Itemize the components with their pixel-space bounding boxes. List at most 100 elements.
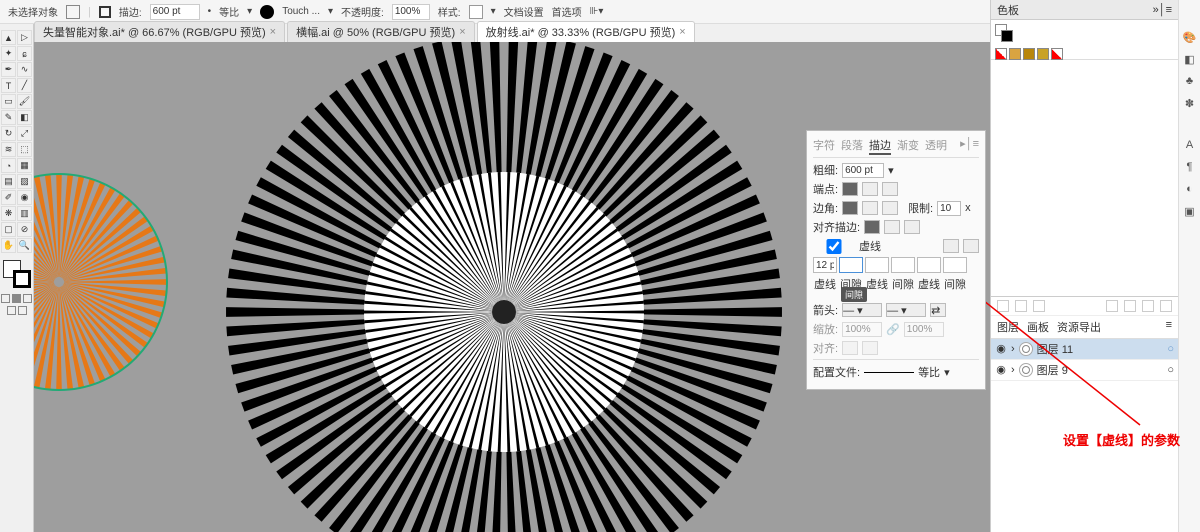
align-inside-button[interactable] <box>884 220 900 234</box>
symbols-icon[interactable]: ♣ <box>1183 74 1197 88</box>
dash-input[interactable] <box>813 257 837 273</box>
color-panel-icon[interactable]: 🎨 <box>1183 30 1197 44</box>
swap-arrows-button[interactable]: ⇄ <box>930 303 946 317</box>
screen-mode-button[interactable] <box>7 306 16 315</box>
lasso-tool[interactable]: ɕ <box>17 46 32 61</box>
arrow-start-select[interactable]: — ▾ <box>842 303 882 317</box>
weight-input[interactable] <box>842 163 884 178</box>
tab-layers[interactable]: 图层 <box>997 319 1019 335</box>
opacity-input[interactable] <box>392 4 430 20</box>
touch-label[interactable]: Touch ... <box>282 6 320 17</box>
shaper-tool[interactable]: ✎ <box>1 110 16 125</box>
tab-character[interactable]: 字符 <box>813 137 835 155</box>
brush-tool[interactable]: 🖌 <box>17 94 32 109</box>
dash-input[interactable] <box>865 257 889 273</box>
color-mode-button[interactable] <box>1 294 10 303</box>
expand-toggle[interactable]: › <box>1011 343 1015 355</box>
fill-swatch[interactable] <box>66 5 80 19</box>
dashed-checkbox[interactable] <box>813 239 855 254</box>
dash-align-button[interactable] <box>943 239 959 253</box>
color-guide-icon[interactable]: ◧ <box>1183 52 1197 66</box>
swatches-panel-header[interactable]: 色板»│≡ <box>991 0 1178 20</box>
swatch-none[interactable] <box>1051 48 1063 60</box>
width-tool[interactable]: ≋ <box>1 142 16 157</box>
eraser-tool[interactable]: ◧ <box>17 110 32 125</box>
tab-stroke[interactable]: 描边 <box>869 137 891 155</box>
layers-toolbar-button[interactable] <box>1033 300 1045 312</box>
brushes-icon[interactable]: ✽ <box>1183 96 1197 110</box>
close-icon[interactable]: × <box>270 26 276 38</box>
corner-bevel-button[interactable] <box>882 201 898 215</box>
screen-mode-button[interactable] <box>18 306 27 315</box>
dash-align-button[interactable] <box>963 239 979 253</box>
magic-wand-tool[interactable]: ✦ <box>1 46 16 61</box>
type-panel-icon[interactable]: A <box>1183 138 1197 152</box>
eyedropper-tool[interactable]: ✐ <box>1 190 16 205</box>
zoom-tool[interactable]: 🔍 <box>17 238 32 253</box>
perspective-tool[interactable]: ▦ <box>17 158 32 173</box>
artwork-orange-sunburst[interactable] <box>34 172 169 392</box>
target-icon[interactable]: ○ <box>1167 343 1174 355</box>
rectangle-tool[interactable]: ▭ <box>1 94 16 109</box>
style-swatch[interactable] <box>469 5 483 19</box>
layers-toolbar-button[interactable] <box>1124 300 1136 312</box>
cap-projecting-button[interactable] <box>882 182 898 196</box>
cap-round-button[interactable] <box>862 182 878 196</box>
tab-transparency[interactable]: 透明 <box>925 137 947 155</box>
close-icon[interactable]: × <box>459 26 465 38</box>
swatch-none[interactable] <box>995 48 1007 60</box>
pen-tool[interactable]: ✒ <box>1 62 16 77</box>
layers-toolbar-button[interactable] <box>1106 300 1118 312</box>
panel-menu-icon[interactable]: ≡ <box>1166 319 1172 335</box>
layers-toolbar-button[interactable] <box>1142 300 1154 312</box>
panel-menu-icon[interactable]: »│≡ <box>1153 4 1172 16</box>
uniform-label[interactable]: 等比 <box>219 4 239 19</box>
graphic-styles-icon[interactable]: ▣ <box>1183 204 1197 218</box>
appearance-icon[interactable]: ◐ <box>1183 182 1197 196</box>
cap-butt-button[interactable] <box>842 182 858 196</box>
prefs-button[interactable]: 首选项 <box>552 4 582 19</box>
color-mode-button[interactable] <box>23 294 32 303</box>
tab-paragraph[interactable]: 段落 <box>841 137 863 155</box>
scale-tool[interactable]: ⤢ <box>17 126 32 141</box>
layers-toolbar-button[interactable] <box>997 300 1009 312</box>
gap-input[interactable] <box>943 257 967 273</box>
line-tool[interactable]: ╱ <box>17 78 32 93</box>
visibility-toggle[interactable]: ◉ <box>995 342 1007 355</box>
align-icon[interactable]: ⊪▾ <box>590 6 604 17</box>
layer-item[interactable]: ◉ › 图层 9 ○ <box>991 360 1178 381</box>
rotate-tool[interactable]: ↻ <box>1 126 16 141</box>
layer-name[interactable]: 图层 11 <box>1037 341 1073 357</box>
direct-selection-tool[interactable]: ▷ <box>17 30 32 45</box>
document-tab[interactable]: 放射线.ai* @ 33.33% (RGB/GPU 预览)× <box>477 21 695 42</box>
document-tab[interactable]: 失量智能对象.ai* @ 66.67% (RGB/GPU 预览)× <box>34 21 285 42</box>
align-outside-button[interactable] <box>904 220 920 234</box>
swatch[interactable] <box>1023 48 1035 60</box>
stroke-weight-input[interactable] <box>150 4 200 20</box>
layers-toolbar-button[interactable] <box>1160 300 1172 312</box>
stroke-color[interactable] <box>13 270 31 288</box>
layers-toolbar-button[interactable] <box>1015 300 1027 312</box>
gradient-tool[interactable]: ▨ <box>17 174 32 189</box>
swatch[interactable] <box>1009 48 1021 60</box>
color-mode-button[interactable] <box>12 294 21 303</box>
symbol-sprayer-tool[interactable]: ❋ <box>1 206 16 221</box>
gap-input[interactable] <box>891 257 915 273</box>
stroke-swatch[interactable] <box>99 6 111 18</box>
corner-miter-button[interactable] <box>842 201 858 215</box>
mesh-tool[interactable]: ▤ <box>1 174 16 189</box>
fill-stroke-control[interactable] <box>3 260 31 288</box>
corner-round-button[interactable] <box>862 201 878 215</box>
limit-input[interactable] <box>937 201 961 216</box>
paragraph-panel-icon[interactable]: ¶ <box>1183 160 1197 174</box>
target-icon[interactable]: ○ <box>1167 364 1174 376</box>
free-transform-tool[interactable]: ⬚ <box>17 142 32 157</box>
panel-menu-icon[interactable]: ▸│≡ <box>960 137 979 155</box>
slice-tool[interactable]: ⊘ <box>17 222 32 237</box>
brush-dot-icon[interactable] <box>260 5 274 19</box>
swatch[interactable] <box>1037 48 1049 60</box>
doc-setup-button[interactable]: 文档设置 <box>504 4 544 19</box>
selection-tool[interactable]: ▲ <box>1 30 16 45</box>
shape-builder-tool[interactable]: ◔ <box>1 158 16 173</box>
align-center-button[interactable] <box>864 220 880 234</box>
